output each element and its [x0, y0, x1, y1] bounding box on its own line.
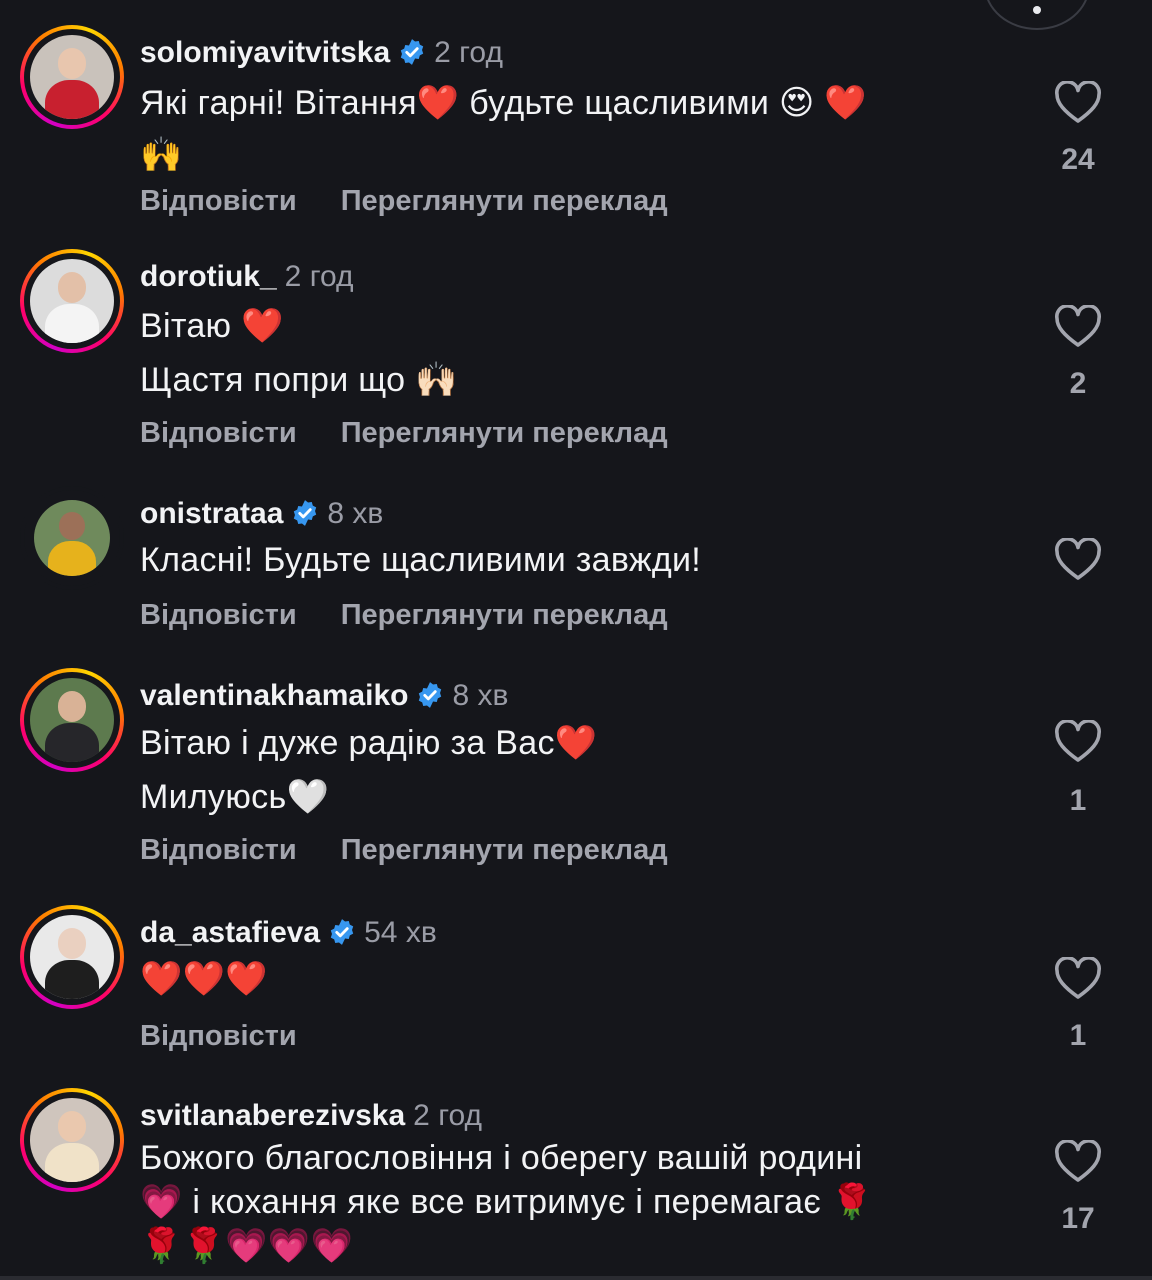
- username[interactable]: onistrataa: [140, 497, 283, 530]
- avatar[interactable]: [20, 668, 124, 772]
- heart-outline-icon[interactable]: [1054, 81, 1102, 125]
- timestamp: 2 год: [284, 260, 354, 293]
- avatar[interactable]: [20, 905, 124, 1009]
- comment-header: svitlanaberezivska 2 год: [140, 1098, 482, 1134]
- username[interactable]: svitlanaberezivska: [140, 1099, 405, 1132]
- avatar[interactable]: [20, 25, 124, 129]
- comment-header: valentinakhamaiko 8 хв: [140, 678, 508, 714]
- timestamp: 2 год: [413, 1099, 483, 1132]
- see-translation-button[interactable]: Переглянути переклад: [341, 417, 668, 449]
- verified-badge-icon: [419, 682, 442, 708]
- comment-actions: Відповісти Переглянути переклад: [140, 417, 712, 450]
- see-translation-button[interactable]: Переглянути переклад: [341, 599, 668, 631]
- timestamp: 8 хв: [452, 679, 509, 712]
- timestamp: 2 год: [434, 36, 503, 69]
- comment-actions: Відповісти: [140, 1020, 341, 1053]
- comment-actions: Відповісти Переглянути переклад: [140, 599, 712, 632]
- reply-button[interactable]: Відповісти: [140, 599, 297, 631]
- reply-button[interactable]: Відповісти: [140, 417, 297, 449]
- avatar[interactable]: [20, 249, 124, 353]
- comment-text: Божого благословіння і оберегу вашій род…: [140, 1139, 874, 1265]
- verified-badge-icon: [400, 39, 424, 65]
- comment-actions: Відповісти Переглянути переклад: [140, 834, 712, 867]
- see-translation-button[interactable]: Переглянути переклад: [341, 834, 668, 866]
- username[interactable]: valentinakhamaiko: [140, 679, 408, 712]
- heart-outline-icon[interactable]: [1054, 538, 1102, 582]
- comment-header: onistrataa 8 хв: [140, 496, 383, 532]
- heart-outline-icon[interactable]: [1054, 957, 1102, 1001]
- heart-outline-icon[interactable]: [1054, 720, 1102, 764]
- verified-badge-icon: [330, 919, 354, 945]
- like-count: 17: [1061, 1202, 1095, 1235]
- like-count: 1: [1069, 1019, 1087, 1052]
- like-count: 24: [1061, 143, 1095, 176]
- reply-button[interactable]: Відповісти: [140, 834, 297, 866]
- comment-text: Класні! Будьте щасливими завжди!: [140, 541, 702, 579]
- comment-text: Які гарні! Вітання❤️ будьте щасливими 😍 …: [140, 84, 868, 174]
- comment-header: da_astafieva 54 хв: [140, 915, 437, 951]
- heart-outline-icon[interactable]: [1054, 1140, 1102, 1184]
- like-count: 2: [1069, 367, 1087, 400]
- username[interactable]: da_astafieva: [140, 916, 320, 949]
- more-options-button[interactable]: [984, 0, 1090, 30]
- comment-header: dorotiuk_ 2 год: [140, 259, 354, 295]
- see-translation-button[interactable]: Переглянути переклад: [341, 185, 668, 217]
- comment-text: Вітаю і дуже радію за Вас❤️ Милуюсь🤍: [140, 724, 598, 816]
- divider: [0, 1276, 1152, 1280]
- avatar[interactable]: [20, 486, 124, 590]
- comment-actions: Відповісти Переглянути переклад: [140, 185, 712, 218]
- timestamp: 8 хв: [327, 497, 384, 530]
- timestamp: 54 хв: [364, 916, 437, 949]
- comment-header: solomiyavitvitska 2 год: [140, 35, 503, 71]
- like-count: 1: [1069, 784, 1087, 817]
- reply-button[interactable]: Відповісти: [140, 1020, 297, 1052]
- verified-badge-icon: [294, 500, 317, 526]
- avatar[interactable]: [20, 1088, 124, 1192]
- comment-text: Вітаю ❤️ Щастя попри що 🙌🏻: [140, 307, 458, 399]
- username[interactable]: dorotiuk_: [140, 260, 277, 293]
- username[interactable]: solomiyavitvitska: [140, 36, 390, 69]
- reply-button[interactable]: Відповісти: [140, 185, 297, 217]
- comment-text: ❤️❤️❤️: [140, 960, 268, 998]
- heart-outline-icon[interactable]: [1054, 305, 1102, 349]
